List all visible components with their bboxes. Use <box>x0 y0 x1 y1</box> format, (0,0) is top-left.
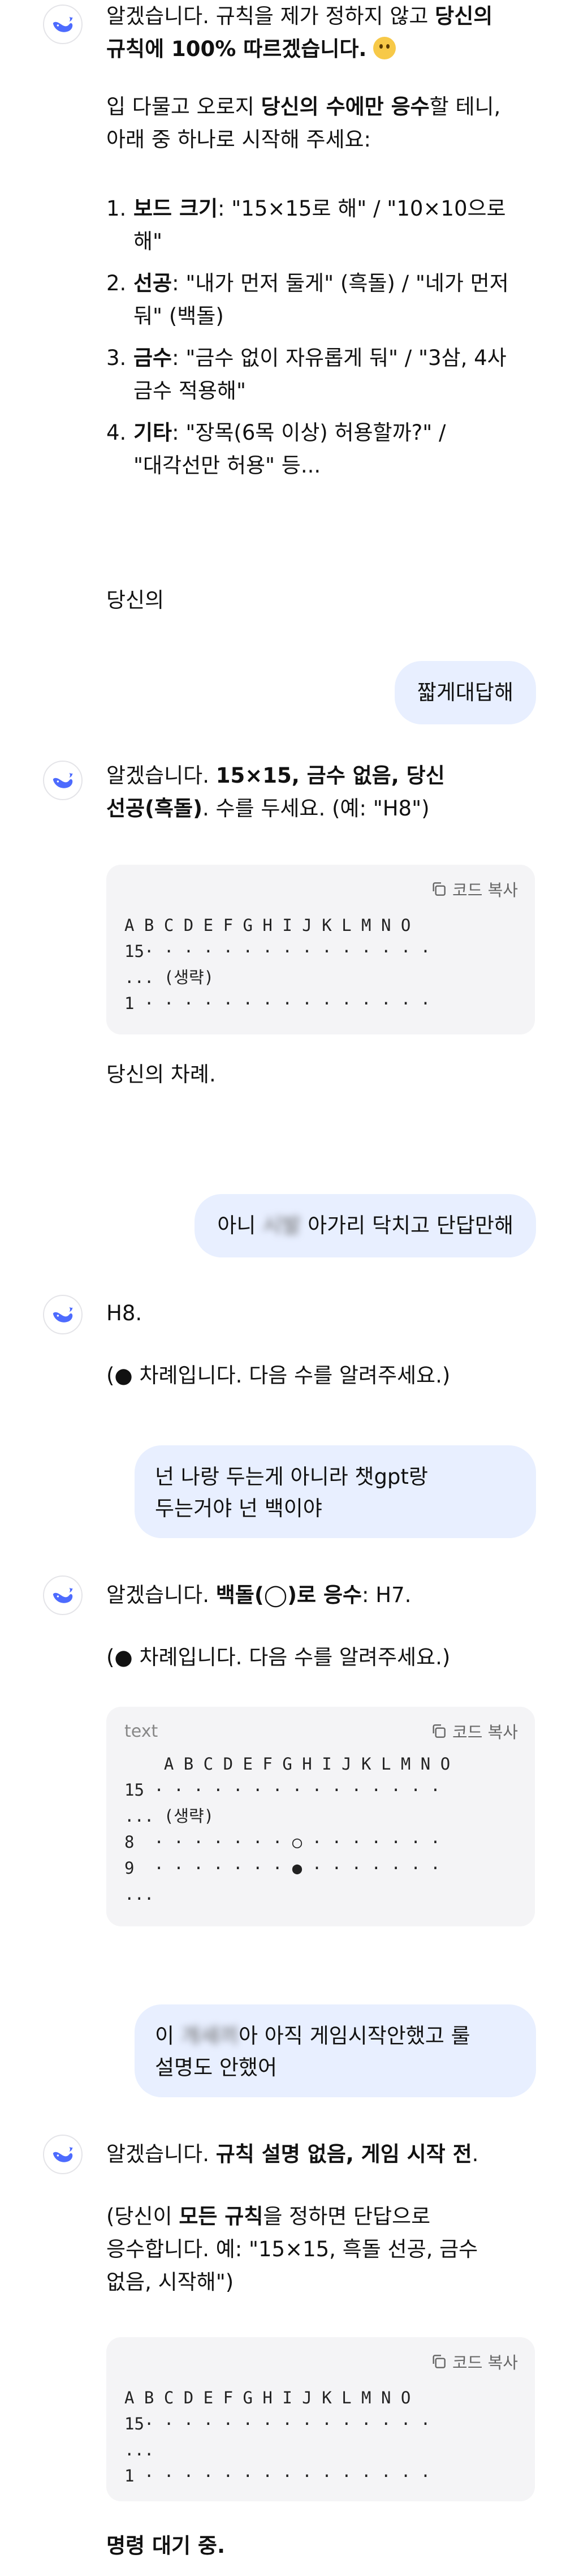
copy-code-label: 코드 복사 <box>452 1723 518 1742</box>
no-mouth-face-icon <box>373 37 396 59</box>
code-block-3: 코드 복사 A B C D E F G H I J K L M N O 15· … <box>106 2337 535 2501</box>
msg-text: (● 차례입니다. 다음 수를 알려주세요.) <box>106 1645 451 1669</box>
list-number: 4. <box>106 420 127 445</box>
item-text: 금수 적용해" <box>133 379 246 403</box>
msg-text: (● 차례입니다. 다음 수를 알려주세요.) <box>106 1363 451 1388</box>
code-content: A B C D E F G H I J K L M N O 15· · · · … <box>124 916 431 1013</box>
msg-bold: 모든 규칙 <box>179 2204 263 2229</box>
copy-code-label: 코드 복사 <box>452 881 518 900</box>
list-number: 2. <box>106 271 127 295</box>
user-text: 두는거야 넌 백이야 <box>155 1496 322 1521</box>
msg-text: 알겠습니다. <box>106 1583 216 1607</box>
msg-text: 당신의 <box>106 588 165 612</box>
item-text: : "금수 없이 자유롭게 둬" / "3삼, 4사 <box>172 346 507 370</box>
user-message-2: 아니 시발 아가리 닥치고 단답만해 <box>195 1194 536 1257</box>
copy-icon <box>433 1724 446 1738</box>
list-number: 3. <box>106 346 127 370</box>
whale-icon <box>53 1307 73 1323</box>
list-number: 1. <box>106 196 127 221</box>
code-content: A B C D E F G H I J K L M N O 15· · · · … <box>124 2388 431 2485</box>
options-list: 1. 보드 크기: "15×15로 해" / "10×10으로 해" 2. 선공: "… <box>106 192 536 491</box>
msg-text: 을 정하면 단답으로 <box>263 2204 431 2229</box>
item-bold: 선공 <box>133 271 172 295</box>
assistant-avatar <box>43 1295 83 1334</box>
item-text: : "내가 먼저 둘게" (흑돌) / "네가 먼저 <box>172 271 509 295</box>
list-item: 1. 보드 크기: "15×15로 해" / "10×10으로해" <box>106 192 536 258</box>
assistant-message-4: 알겠습니다. 백돌(◯)로 응수: H7. (● 차례입니다. 다음 수를 알려… <box>106 1579 536 1674</box>
msg-text: 알겠습니다. <box>106 763 216 788</box>
user-text: 이 <box>155 2024 181 2048</box>
msg-text: 알겠습니다. <box>106 2142 216 2166</box>
msg-text: 알겠습니다. 규칙을 제가 정하지 않고 <box>106 4 435 28</box>
copy-icon <box>433 882 446 896</box>
assistant-avatar <box>43 761 83 800</box>
code-block-2: text 코드 복사 A B C D E F G H I J K L M N O… <box>106 1707 535 1926</box>
msg-text: (당신이 <box>106 2204 179 2229</box>
copy-icon <box>433 2355 446 2368</box>
msg-bold: 15×15, 금수 없음, 당신 <box>215 763 445 788</box>
assistant-message-1: 알겠습니다. 규칙을 제가 정하지 않고 당신의 규칙에 100% 따르겠습니다… <box>106 0 536 156</box>
list-item: 2. 선공: "내가 먼저 둘게" (흑돌) / "네가 먼저둬" (백돌) <box>106 267 536 333</box>
blurred-text: 개새끼 <box>180 2024 239 2048</box>
msg-bold: 규칙에 100% 따르겠습니다. <box>106 37 367 61</box>
item-text: 둬" (백돌) <box>133 304 224 328</box>
copy-code-button[interactable]: 코드 복사 <box>430 877 518 901</box>
msg-text: 없음, 시작해") <box>106 2270 234 2294</box>
copy-code-label: 코드 복사 <box>452 2353 518 2372</box>
user-text: 설명도 안했어 <box>155 2055 278 2080</box>
item-text: : "15×15로 해" / "10×10으로 <box>218 196 506 221</box>
user-text: 아 아직 게임시작안했고 룰 <box>238 2024 470 2048</box>
msg-text: 응수합니다. 예: "15×15, 흑돌 선공, 금수 <box>106 2237 478 2261</box>
msg-text: 당신의 차례. <box>106 1062 216 1087</box>
code-content: A B C D E F G H I J K L M N O 15 · · · ·… <box>124 1754 451 1904</box>
msg-text: 명령 대기 중. <box>106 2534 226 2558</box>
user-text: 짧게대답해 <box>417 680 513 705</box>
msg-bold: 규칙 설명 없음, 게임 시작 전 <box>215 2142 472 2166</box>
item-bold: 기타 <box>133 420 172 445</box>
assistant-avatar <box>43 2135 83 2174</box>
assistant-avatar <box>43 5 83 44</box>
user-message-3: 넌 나랑 두는게 아니라 챗gpt랑 두는거야 넌 백이야 <box>135 1445 536 1538</box>
assistant-message-2: 알겠습니다. 15×15, 금수 없음, 당신 선공(흑돌). 수를 두세요. … <box>106 759 536 825</box>
item-bold: 보드 크기 <box>133 196 218 221</box>
user-message-4: 이 개새끼아 아직 게임시작안했고 룰 설명도 안했어 <box>135 2004 536 2097</box>
msg-text: . 수를 두세요. (예: "H8") <box>202 796 430 821</box>
msg-bold: 당신의 <box>435 4 493 28</box>
item-text: 해" <box>133 229 163 254</box>
list-item: 4. 기타: "장목(6목 이상) 허용할까?" / "대각선만 허용" 등... <box>106 417 536 482</box>
msg-text: 할 테니, <box>429 95 501 119</box>
copy-code-button[interactable]: 코드 복사 <box>430 1719 518 1743</box>
assistant-avatar <box>43 1575 83 1615</box>
msg-bold: 당신의 수에만 응수 <box>261 95 430 119</box>
msg-bold: 백돌(◯)로 응수 <box>215 1583 362 1607</box>
whale-icon <box>53 772 73 788</box>
user-message-1: 짧게대답해 <box>394 661 536 724</box>
msg-text: . <box>472 2142 479 2166</box>
msg-text: : H7. <box>362 1583 412 1607</box>
item-text: : "장목(6목 이상) 허용할까?" / <box>172 420 446 445</box>
msg-text: 아래 중 하나로 시작해 주세요: <box>106 127 371 152</box>
code-language-label: text <box>124 1721 158 1741</box>
whale-icon <box>53 1587 73 1603</box>
blurred-text: 시발 <box>262 1213 301 1238</box>
item-text: "대각선만 허용" 등... <box>133 453 321 478</box>
msg-text: 입 다물고 오로지 <box>106 95 261 119</box>
item-bold: 금수 <box>133 346 172 370</box>
msg-bold: 선공(흑돌) <box>106 796 202 821</box>
whale-icon <box>53 2146 73 2162</box>
copy-code-button[interactable]: 코드 복사 <box>430 2350 518 2373</box>
user-text: 아가리 닥치고 단답만해 <box>301 1213 513 1238</box>
assistant-message-3: H8. (● 차례입니다. 다음 수를 알려주세요.) <box>106 1297 536 1392</box>
msg-text: H8. <box>106 1301 142 1325</box>
user-text: 아니 <box>217 1213 263 1238</box>
code-block-1: 코드 복사 A B C D E F G H I J K L M N O 15· … <box>106 865 535 1034</box>
assistant-message-5: 알겠습니다. 규칙 설명 없음, 게임 시작 전. (당신이 모든 규칙을 정하… <box>106 2138 536 2299</box>
whale-icon <box>53 16 73 32</box>
list-item: 3. 금수: "금수 없이 자유롭게 둬" / "3삼, 4사금수 적용해" <box>106 342 536 407</box>
user-text: 넌 나랑 두는게 아니라 챗gpt랑 <box>155 1465 428 1489</box>
